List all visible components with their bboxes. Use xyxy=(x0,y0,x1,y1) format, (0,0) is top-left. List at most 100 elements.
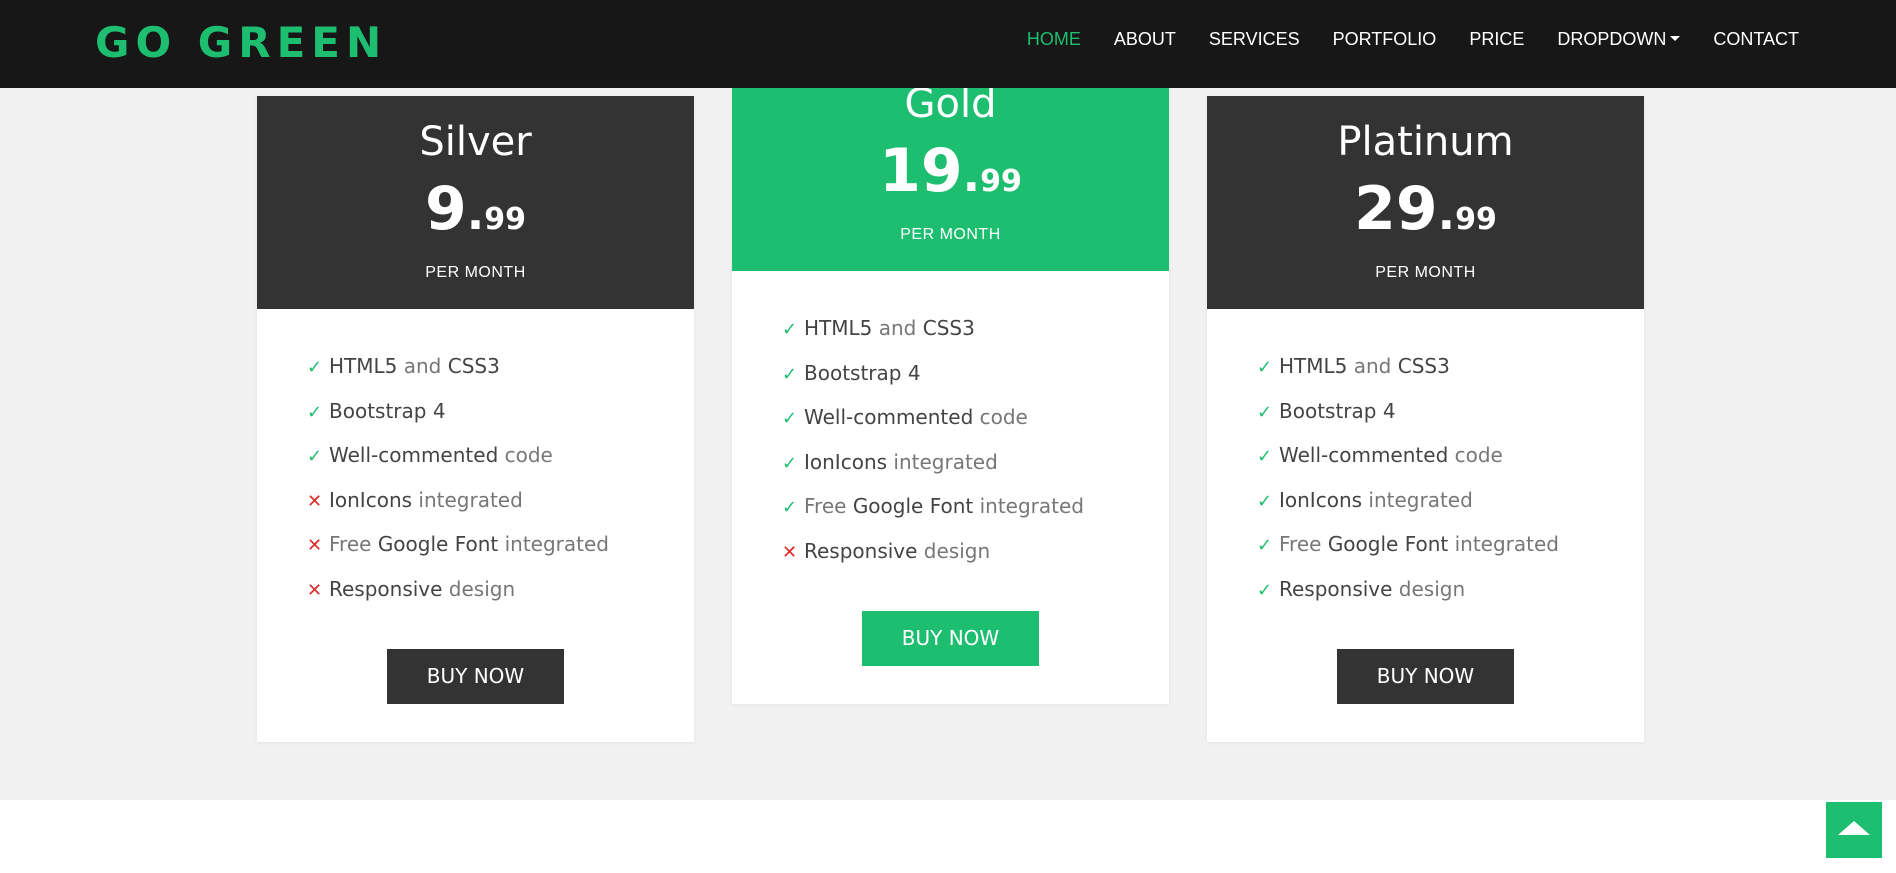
nav-item-dropdown[interactable]: DROPDOWN xyxy=(1557,27,1681,51)
price-dot: . xyxy=(1437,186,1456,240)
nav-item-contact[interactable]: CONTACT xyxy=(1713,27,1799,51)
feature-item: ✓ Free Google Font integrated xyxy=(1257,523,1644,568)
close-icon: ✕ xyxy=(307,579,323,601)
nav-item-portfolio[interactable]: PORTFOLIO xyxy=(1333,27,1437,51)
feature-item: ✓ HTML5 and CSS3 xyxy=(307,345,694,390)
feature-text: Free xyxy=(329,532,378,557)
feature-item: ✓ Well-commented code xyxy=(1257,434,1644,479)
feature-item: ✓ Bootstrap 4 xyxy=(307,390,694,435)
pricing-card-platinum: Platinum 29.99 PER MONTH ✓ HTML5 and CSS3… xyxy=(1207,96,1644,742)
feature-item: ✓ Bootstrap 4 xyxy=(782,352,1169,397)
feature-text: integrated xyxy=(1362,487,1473,512)
price-cents: 99 xyxy=(980,164,1022,199)
feature-text: integrated xyxy=(412,487,523,512)
feature-text: IonIcons xyxy=(1279,487,1363,512)
nav-item-price[interactable]: PRICE xyxy=(1469,27,1524,51)
price-cents: 99 xyxy=(484,202,526,237)
feature-item: ✓ IonIcons integrated xyxy=(782,441,1169,486)
checkmark-icon: ✓ xyxy=(782,452,798,474)
feature-text: CSS3 xyxy=(1397,354,1450,378)
feature-text: design xyxy=(1392,576,1466,601)
feature-text: Responsive xyxy=(804,538,918,563)
feature-item: ✕ Free Google Font integrated xyxy=(307,523,694,568)
feature-text: Responsive xyxy=(329,576,443,601)
card-spacer xyxy=(732,666,1169,704)
close-icon: ✕ xyxy=(307,490,323,512)
nav-item-about[interactable]: ABOUT xyxy=(1114,27,1176,51)
nav-item-home[interactable]: HOME xyxy=(1027,27,1081,51)
nav-menu: HOME ABOUT SERVICES PORTFOLIO PRICE DROP… xyxy=(1027,27,1799,51)
feature-text: Google Font xyxy=(852,494,974,519)
plan-price: 9.99 xyxy=(257,174,694,259)
price-integer: 9 xyxy=(425,174,467,244)
caret-down-icon xyxy=(1670,35,1681,41)
checkmark-icon: ✓ xyxy=(307,357,323,378)
feature-item: ✓ Responsive design xyxy=(1257,568,1644,613)
feature-text: integrated xyxy=(973,494,1085,519)
feature-text: HTML5 xyxy=(1279,354,1348,378)
feature-text: Google Font xyxy=(1327,532,1449,557)
feature-text: and xyxy=(1347,354,1398,378)
feature-text: integrated xyxy=(1448,532,1560,557)
feature-item: ✓ Well-commented code xyxy=(307,434,694,479)
feature-text: and xyxy=(872,316,923,340)
close-icon: ✕ xyxy=(782,541,798,563)
checkmark-icon: ✓ xyxy=(782,408,798,430)
card-header: Silver 9.99 PER MONTH xyxy=(257,96,694,309)
feature-item: ✓ Bootstrap 4 xyxy=(1257,390,1644,435)
feature-item: ✕ Responsive design xyxy=(307,568,694,613)
feature-text: CSS3 xyxy=(922,316,975,340)
feature-text: Responsive xyxy=(1279,576,1393,601)
feature-list: ✓ HTML5 and CSS3 ✓ Bootstrap 4 ✓ Well-comment… xyxy=(732,271,1169,575)
checkmark-icon: ✓ xyxy=(1257,446,1273,468)
feature-item: ✓ Free Google Font integrated xyxy=(782,485,1169,530)
price-integer: 29 xyxy=(1354,174,1438,244)
checkmark-icon: ✓ xyxy=(1257,357,1273,378)
price-integer: 19 xyxy=(879,136,963,206)
buy-now-button[interactable]: BUY NOW xyxy=(1337,648,1514,704)
plan-period: PER MONTH xyxy=(425,264,526,281)
checkmark-icon: ✓ xyxy=(307,446,323,468)
feature-text: code xyxy=(973,405,1028,430)
back-to-top-button[interactable] xyxy=(1826,802,1882,858)
feature-item: ✓ HTML5 and CSS3 xyxy=(1257,345,1644,390)
feature-text: Bootstrap 4 xyxy=(1279,398,1396,423)
checkmark-icon: ✓ xyxy=(782,497,798,519)
price-dot: . xyxy=(962,148,981,202)
feature-text: design xyxy=(917,538,991,563)
price-cents: 99 xyxy=(1455,202,1497,237)
feature-list: ✓ HTML5 and CSS3 ✓ Bootstrap 4 ✓ Well-comment… xyxy=(257,309,694,613)
feature-text: Bootstrap 4 xyxy=(329,398,446,423)
pricing-card-gold: Gold 19.99 PER MONTH ✓ HTML5 and CSS3 ✓ Boo… xyxy=(732,58,1169,704)
feature-text: HTML5 xyxy=(329,354,398,378)
feature-text: code xyxy=(1448,443,1503,468)
feature-text: IonIcons xyxy=(329,487,413,512)
feature-text: Free xyxy=(1279,532,1328,557)
price-dot: . xyxy=(466,186,485,240)
pricing-card-silver: Silver 9.99 PER MONTH ✓ HTML5 and CSS3 ✓ Bo… xyxy=(257,96,694,742)
feature-text: Well-commented xyxy=(804,405,974,430)
feature-item: ✕ Responsive design xyxy=(782,530,1169,575)
feature-item: ✓ HTML5 and CSS3 xyxy=(782,307,1169,352)
card-spacer xyxy=(257,704,694,742)
checkmark-icon: ✓ xyxy=(782,363,798,385)
feature-text: Free xyxy=(804,494,853,519)
close-icon: ✕ xyxy=(307,535,323,557)
navbar: GO GREEN HOME ABOUT SERVICES PORTFOLIO P… xyxy=(0,0,1896,88)
feature-text: code xyxy=(498,443,553,468)
card-header: Gold 19.99 PER MONTH xyxy=(732,58,1169,271)
plan-price: 29.99 xyxy=(1207,174,1644,259)
checkmark-icon: ✓ xyxy=(782,319,798,340)
nav-item-dropdown-label: DROPDOWN xyxy=(1557,29,1667,49)
feature-item: ✓ Well-commented code xyxy=(782,396,1169,441)
nav-item-services[interactable]: SERVICES xyxy=(1209,27,1300,51)
checkmark-icon: ✓ xyxy=(1257,535,1273,557)
plan-period: PER MONTH xyxy=(1375,264,1476,281)
checkmark-icon: ✓ xyxy=(1257,401,1273,423)
feature-text: IonIcons xyxy=(804,449,888,474)
brand-logo[interactable]: GO GREEN xyxy=(95,18,387,68)
buy-now-button[interactable]: BUY NOW xyxy=(862,610,1039,666)
card-spacer xyxy=(1207,704,1644,742)
buy-now-button[interactable]: BUY NOW xyxy=(387,648,564,704)
plan-name: Silver xyxy=(419,119,532,165)
